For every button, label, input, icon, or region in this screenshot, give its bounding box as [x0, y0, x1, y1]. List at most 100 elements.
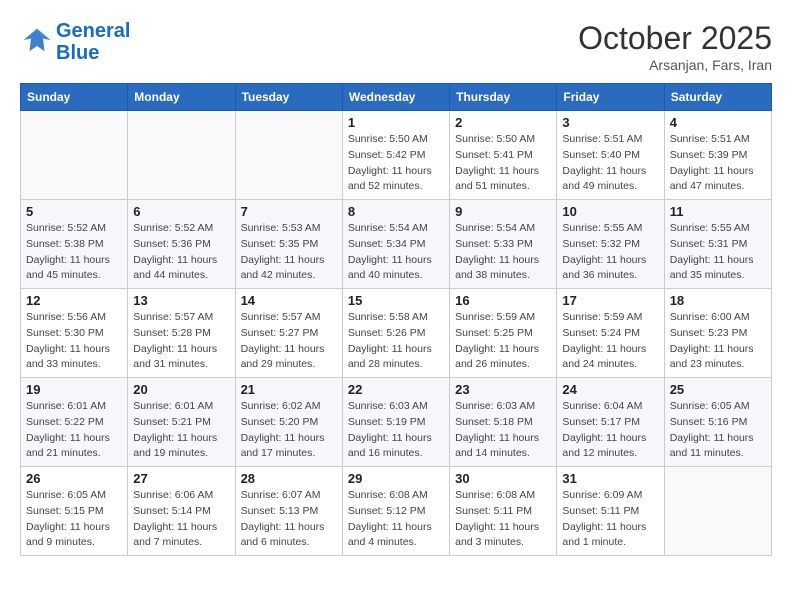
day-info: Sunrise: 5:53 AM Sunset: 5:35 PM Dayligh…	[241, 221, 337, 284]
calendar-cell: 19Sunrise: 6:01 AM Sunset: 5:22 PM Dayli…	[21, 378, 128, 467]
weekday-header: Monday	[128, 84, 235, 111]
day-info: Sunrise: 5:55 AM Sunset: 5:31 PM Dayligh…	[670, 221, 766, 284]
calendar-cell: 13 Sunrise: 5:57 AM Sunset: 5:28 PM Dayli…	[128, 289, 235, 378]
day-number: 3	[562, 115, 658, 130]
calendar-cell: 4Sunrise: 5:51 AM Sunset: 5:39 PM Daylig…	[664, 111, 771, 200]
calendar-week-row: 12Sunrise: 5:56 AM Sunset: 5:30 PM Dayli…	[21, 289, 772, 378]
day-number: 28	[241, 471, 337, 486]
calendar-cell: 17Sunrise: 5:59 AM Sunset: 5:24 PM Dayli…	[557, 289, 664, 378]
day-number: 18	[670, 293, 766, 308]
day-number: 13	[133, 293, 229, 308]
calendar-cell	[128, 111, 235, 200]
calendar-cell: 25 Sunrise: 6:05 AM Sunset: 5:16 PM Dayli…	[664, 378, 771, 467]
month-title: October 2025	[578, 20, 772, 57]
calendar-cell: 11 Sunrise: 5:55 AM Sunset: 5:31 PM Dayli…	[664, 200, 771, 289]
calendar-cell: 7 Sunrise: 5:53 AM Sunset: 5:35 PM Daylig…	[235, 200, 342, 289]
calendar-cell: 24 Sunrise: 6:04 AM Sunset: 5:17 PM Dayli…	[557, 378, 664, 467]
day-info: Sunrise: 5:57 AM Sunset: 5:27 PM Dayligh…	[241, 310, 337, 373]
day-info: Sunrise: 6:06 AM Sunset: 5:14 PM Dayligh…	[133, 488, 229, 551]
calendar-cell: 30 Sunrise: 6:08 AM Sunset: 5:11 PM Dayli…	[450, 467, 557, 556]
day-number: 10	[562, 204, 658, 219]
calendar-header-row: SundayMondayTuesdayWednesdayThursdayFrid…	[21, 84, 772, 111]
day-info: Sunrise: 5:54 AM Sunset: 5:33 PM Dayligh…	[455, 221, 551, 284]
weekday-header: Saturday	[664, 84, 771, 111]
day-number: 7	[241, 204, 337, 219]
day-info: Sunrise: 5:52 AM Sunset: 5:38 PM Dayligh…	[26, 221, 122, 284]
day-number: 8	[348, 204, 444, 219]
weekday-header: Sunday	[21, 84, 128, 111]
calendar-table: SundayMondayTuesdayWednesdayThursdayFrid…	[20, 83, 772, 556]
day-number: 17	[562, 293, 658, 308]
day-info: Sunrise: 6:09 AM Sunset: 5:11 PM Dayligh…	[562, 488, 658, 551]
calendar-cell: 29Sunrise: 6:08 AM Sunset: 5:12 PM Dayli…	[342, 467, 449, 556]
day-number: 30	[455, 471, 551, 486]
weekday-header: Tuesday	[235, 84, 342, 111]
day-number: 15	[348, 293, 444, 308]
calendar-cell: 2 Sunrise: 5:50 AM Sunset: 5:41 PM Daylig…	[450, 111, 557, 200]
day-number: 20	[133, 382, 229, 397]
calendar-cell: 20 Sunrise: 6:01 AM Sunset: 5:21 PM Dayli…	[128, 378, 235, 467]
calendar-cell: 27 Sunrise: 6:06 AM Sunset: 5:14 PM Dayli…	[128, 467, 235, 556]
calendar-cell: 6Sunrise: 5:52 AM Sunset: 5:36 PM Daylig…	[128, 200, 235, 289]
title-block: October 2025 Arsanjan, Fars, Iran	[578, 20, 772, 73]
day-info: Sunrise: 5:59 AM Sunset: 5:25 PM Dayligh…	[455, 310, 551, 373]
location-subtitle: Arsanjan, Fars, Iran	[578, 57, 772, 73]
day-number: 24	[562, 382, 658, 397]
day-number: 27	[133, 471, 229, 486]
logo: General Blue	[20, 20, 130, 64]
page-header: General Blue October 2025 Arsanjan, Fars…	[20, 20, 772, 73]
day-info: Sunrise: 5:54 AM Sunset: 5:34 PM Dayligh…	[348, 221, 444, 284]
day-info: Sunrise: 6:08 AM Sunset: 5:12 PM Dayligh…	[348, 488, 444, 551]
day-info: Sunrise: 6:03 AM Sunset: 5:18 PM Dayligh…	[455, 399, 551, 462]
calendar-cell: 26 Sunrise: 6:05 AM Sunset: 5:15 PM Dayli…	[21, 467, 128, 556]
calendar-cell: 28 Sunrise: 6:07 AM Sunset: 5:13 PM Dayli…	[235, 467, 342, 556]
day-number: 4	[670, 115, 766, 130]
calendar-cell: 5 Sunrise: 5:52 AM Sunset: 5:38 PM Daylig…	[21, 200, 128, 289]
calendar-week-row: 5 Sunrise: 5:52 AM Sunset: 5:38 PM Daylig…	[21, 200, 772, 289]
day-number: 19	[26, 382, 122, 397]
logo-text: General Blue	[56, 20, 130, 64]
calendar-cell: 12Sunrise: 5:56 AM Sunset: 5:30 PM Dayli…	[21, 289, 128, 378]
calendar-cell: 18 Sunrise: 6:00 AM Sunset: 5:23 PM Dayli…	[664, 289, 771, 378]
calendar-cell: 1Sunrise: 5:50 AM Sunset: 5:42 PM Daylig…	[342, 111, 449, 200]
weekday-header: Friday	[557, 84, 664, 111]
day-info: Sunrise: 6:04 AM Sunset: 5:17 PM Dayligh…	[562, 399, 658, 462]
day-number: 14	[241, 293, 337, 308]
calendar-cell	[21, 111, 128, 200]
day-number: 2	[455, 115, 551, 130]
weekday-header: Wednesday	[342, 84, 449, 111]
calendar-cell	[664, 467, 771, 556]
day-info: Sunrise: 6:08 AM Sunset: 5:11 PM Dayligh…	[455, 488, 551, 551]
calendar-week-row: 26 Sunrise: 6:05 AM Sunset: 5:15 PM Dayli…	[21, 467, 772, 556]
calendar-cell: 22Sunrise: 6:03 AM Sunset: 5:19 PM Dayli…	[342, 378, 449, 467]
day-number: 1	[348, 115, 444, 130]
day-number: 26	[26, 471, 122, 486]
day-info: Sunrise: 6:01 AM Sunset: 5:21 PM Dayligh…	[133, 399, 229, 462]
day-number: 25	[670, 382, 766, 397]
day-info: Sunrise: 5:52 AM Sunset: 5:36 PM Dayligh…	[133, 221, 229, 284]
day-number: 9	[455, 204, 551, 219]
calendar-cell: 15 Sunrise: 5:58 AM Sunset: 5:26 PM Dayli…	[342, 289, 449, 378]
calendar-cell: 31 Sunrise: 6:09 AM Sunset: 5:11 PM Dayli…	[557, 467, 664, 556]
day-number: 21	[241, 382, 337, 397]
day-number: 16	[455, 293, 551, 308]
calendar-cell: 9 Sunrise: 5:54 AM Sunset: 5:33 PM Daylig…	[450, 200, 557, 289]
day-info: Sunrise: 5:57 AM Sunset: 5:28 PM Dayligh…	[133, 310, 229, 373]
logo-icon	[22, 25, 52, 55]
day-info: Sunrise: 6:05 AM Sunset: 5:15 PM Dayligh…	[26, 488, 122, 551]
day-number: 12	[26, 293, 122, 308]
day-number: 31	[562, 471, 658, 486]
day-info: Sunrise: 5:50 AM Sunset: 5:41 PM Dayligh…	[455, 132, 551, 195]
calendar-cell: 14 Sunrise: 5:57 AM Sunset: 5:27 PM Dayli…	[235, 289, 342, 378]
day-number: 5	[26, 204, 122, 219]
day-info: Sunrise: 6:00 AM Sunset: 5:23 PM Dayligh…	[670, 310, 766, 373]
day-info: Sunrise: 5:58 AM Sunset: 5:26 PM Dayligh…	[348, 310, 444, 373]
calendar-week-row: 19Sunrise: 6:01 AM Sunset: 5:22 PM Dayli…	[21, 378, 772, 467]
day-info: Sunrise: 6:03 AM Sunset: 5:19 PM Dayligh…	[348, 399, 444, 462]
day-info: Sunrise: 6:07 AM Sunset: 5:13 PM Dayligh…	[241, 488, 337, 551]
day-info: Sunrise: 5:55 AM Sunset: 5:32 PM Dayligh…	[562, 221, 658, 284]
day-info: Sunrise: 6:05 AM Sunset: 5:16 PM Dayligh…	[670, 399, 766, 462]
day-number: 11	[670, 204, 766, 219]
day-number: 23	[455, 382, 551, 397]
calendar-cell	[235, 111, 342, 200]
